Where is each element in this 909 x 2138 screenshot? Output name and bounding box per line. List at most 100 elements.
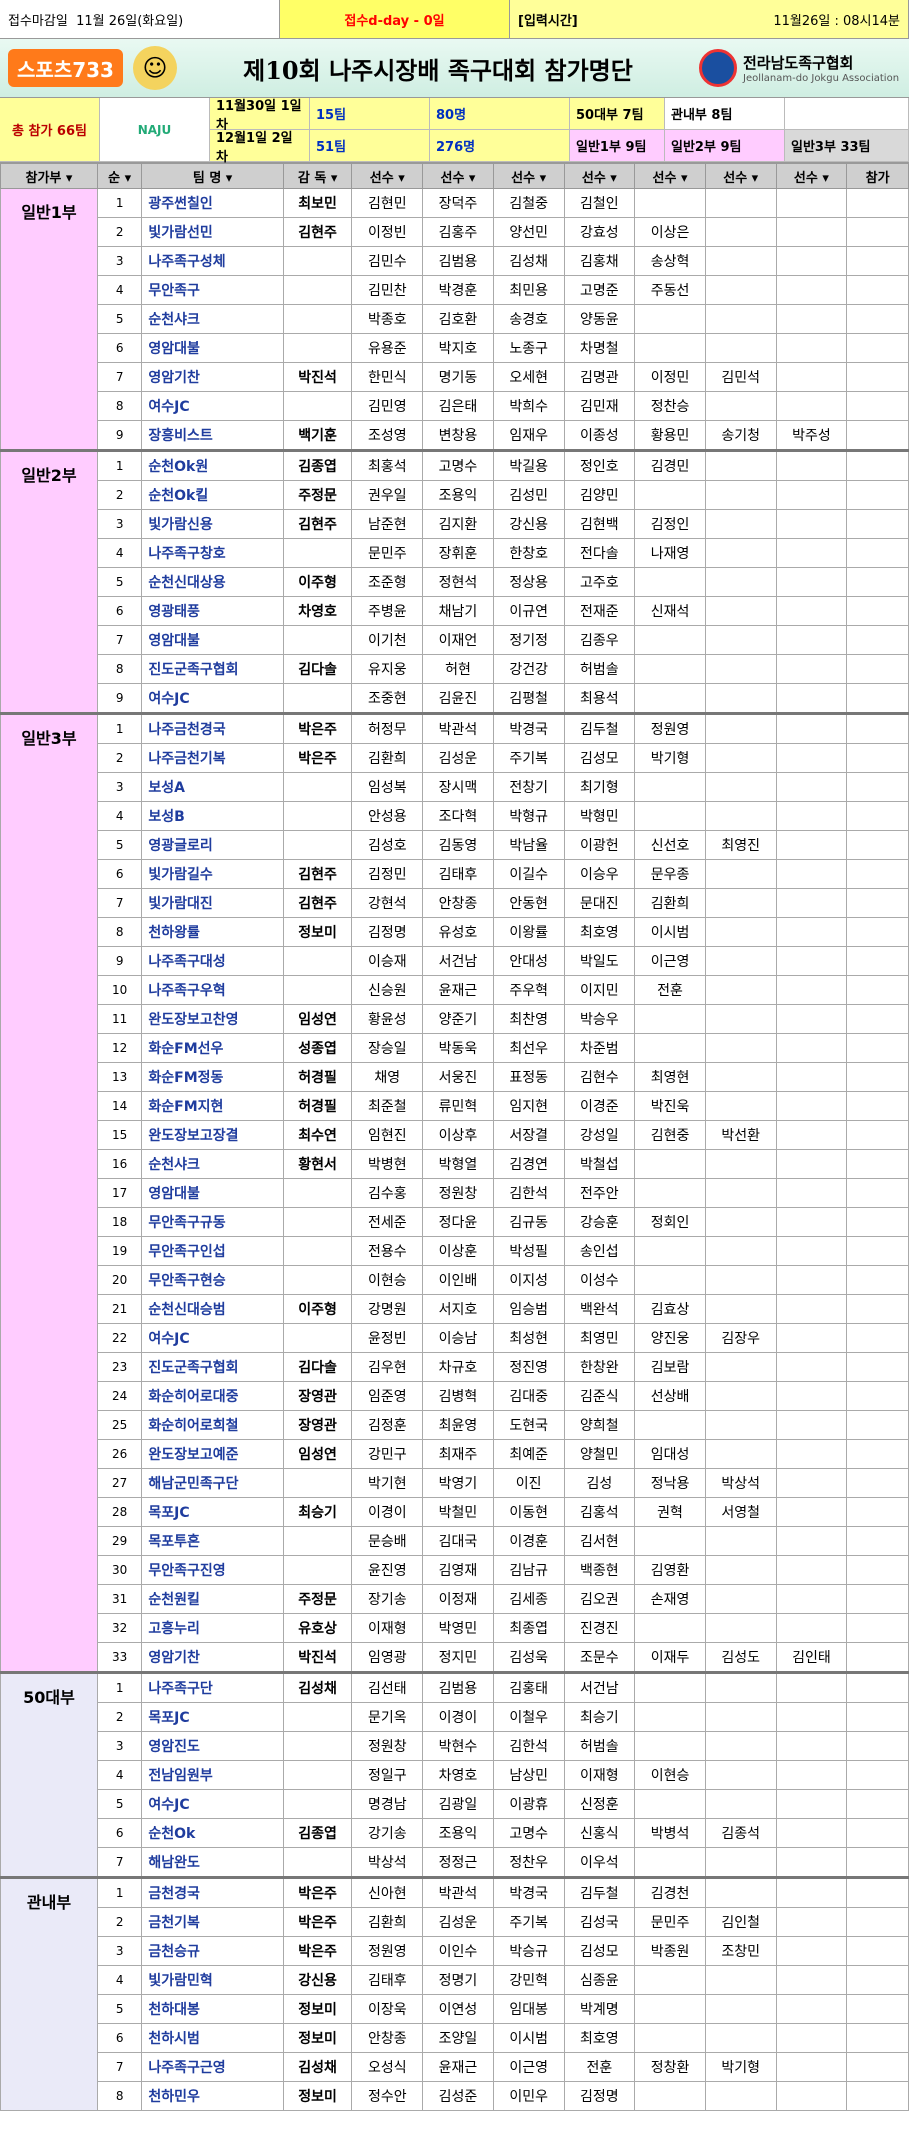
row-number: 25 bbox=[96, 1410, 143, 1440]
player-name: 이장욱 bbox=[351, 1994, 424, 2024]
participation-cell bbox=[846, 304, 909, 334]
player-name: 전용수 bbox=[351, 1236, 424, 1266]
participation-cell bbox=[846, 2023, 909, 2053]
player-name: 박선환 bbox=[704, 1120, 777, 1150]
row-number: 3 bbox=[96, 509, 143, 539]
player-name bbox=[634, 625, 706, 655]
coach-name: 박은주 bbox=[282, 743, 353, 773]
player-name: 전주안 bbox=[563, 1178, 636, 1208]
team-name: 순천Ok원 bbox=[141, 449, 284, 481]
row-number: 12 bbox=[96, 1033, 143, 1063]
column-filter-9[interactable]: 선수 ▾ bbox=[704, 163, 777, 189]
player-name: 김규동 bbox=[492, 1207, 565, 1237]
coach-name: 허경필 bbox=[282, 1091, 353, 1121]
player-name bbox=[704, 391, 777, 421]
sports733-logo[interactable]: 스포츠733 bbox=[8, 49, 123, 87]
player-name: 최재주 bbox=[422, 1439, 494, 1469]
player-name bbox=[704, 1439, 777, 1469]
player-name: 강현석 bbox=[351, 888, 424, 918]
player-name bbox=[775, 449, 848, 481]
association-name: 전라남도족구협회 bbox=[743, 54, 854, 72]
team-name: 화순히어로대중 bbox=[141, 1381, 284, 1411]
player-name: 최용석 bbox=[563, 683, 636, 714]
player-name: 정진영 bbox=[492, 1352, 565, 1382]
coach-name bbox=[282, 1847, 353, 1878]
day2-label: 12월1일 2일차 bbox=[210, 130, 310, 165]
table-row: 5 순천신대상용 이주형 조준형 정현석 정상용 고주호 bbox=[1, 567, 909, 597]
player-name bbox=[634, 772, 706, 802]
division-label: 일반3부 bbox=[0, 712, 98, 1673]
player-name: 서지호 bbox=[422, 1294, 494, 1324]
participation-cell bbox=[846, 538, 909, 568]
table-row: 6 순천Ok 김종엽 강기송 조용익 고명수 신홍식 박병석 김종석 bbox=[1, 1818, 909, 1848]
table-header: 참가부 ▾ 순 ▾ 팀 명 ▾ 감 독 ▾ 선수 ▾ 선수 ▾ 선수 ▾ 선수 ▾ 선수 ▾ 선수… bbox=[0, 163, 909, 189]
player-name: 주병윤 bbox=[351, 596, 424, 626]
row-number: 9 bbox=[96, 946, 143, 976]
player-name bbox=[775, 1033, 848, 1063]
player-name: 고명수 bbox=[492, 1818, 565, 1848]
team-name: 천하시범 bbox=[141, 2023, 284, 2053]
team-name: 나주금천경국 bbox=[141, 712, 284, 744]
row-number: 15 bbox=[96, 1120, 143, 1150]
association-logo[interactable]: 전라남도족구협회 Jeollanam-do Jokgu Association bbox=[699, 49, 909, 87]
coach-name: 박은주 bbox=[282, 1907, 353, 1937]
table-row: 28 목포JC 최승기 이경이 박철민 이동현 김홍석 권혁 서영철 bbox=[1, 1497, 909, 1527]
player-name: 김종석 bbox=[704, 1818, 777, 1848]
column-filter-3[interactable]: 감 독 ▾ bbox=[282, 163, 353, 189]
player-name bbox=[704, 859, 777, 889]
info-bar: 접수마감일 11월 26일(화요일) 접수d-day - 0일 [입력시간] 1… bbox=[0, 0, 909, 39]
player-name bbox=[634, 2081, 706, 2111]
player-name: 표정동 bbox=[492, 1062, 565, 1092]
table-row: 관내부 1 금천경국 박은주 신아현 박관석 박경국 김두철 김경천 bbox=[0, 1876, 909, 2111]
player-name: 김한석 bbox=[492, 1178, 565, 1208]
participation-cell bbox=[846, 1907, 909, 1937]
team-name: 순천샤크 bbox=[141, 1149, 284, 1179]
title-banner: 스포츠733 ☺ 제10회 나주시장배 족구대회 참가명단 전라남도족구협회 J… bbox=[0, 39, 909, 98]
player-name: 주기복 bbox=[492, 743, 565, 773]
column-filter-2[interactable]: 팀 명 ▾ bbox=[141, 163, 284, 189]
player-name: 손재영 bbox=[634, 1584, 706, 1614]
column-filter-4[interactable]: 선수 ▾ bbox=[351, 163, 424, 189]
column-filter-8[interactable]: 선수 ▾ bbox=[634, 163, 706, 189]
coach-name: 김종엽 bbox=[282, 1818, 353, 1848]
team-name: 순천Ok bbox=[141, 1818, 284, 1848]
team-name: 여수JC bbox=[141, 1789, 284, 1819]
player-name bbox=[775, 1236, 848, 1266]
player-name: 박경국 bbox=[492, 1876, 565, 1908]
player-name bbox=[775, 1702, 848, 1732]
column-filter-0[interactable]: 참가부 ▾ bbox=[0, 163, 98, 189]
player-name: 이재형 bbox=[351, 1613, 424, 1643]
row-number: 6 bbox=[96, 596, 143, 626]
player-name: 권우일 bbox=[351, 480, 424, 510]
player-name bbox=[775, 1062, 848, 1092]
column-filter-10[interactable]: 선수 ▾ bbox=[775, 163, 848, 189]
cat-50s: 50대부 7팀 bbox=[570, 98, 665, 130]
coach-name bbox=[282, 275, 353, 305]
player-name bbox=[775, 683, 848, 714]
player-name: 이경준 bbox=[563, 1091, 636, 1121]
player-name: 차명철 bbox=[563, 333, 636, 363]
player-name: 김두철 bbox=[563, 1876, 636, 1908]
player-name: 신선호 bbox=[634, 830, 706, 860]
column-filter-7[interactable]: 선수 ▾ bbox=[563, 163, 636, 189]
player-name: 조용익 bbox=[422, 480, 494, 510]
column-filter-1[interactable]: 순 ▾ bbox=[96, 163, 143, 189]
player-name bbox=[634, 1526, 706, 1556]
player-name: 김성모 bbox=[563, 1936, 636, 1966]
participation-cell bbox=[846, 654, 909, 684]
player-name: 이민우 bbox=[492, 2081, 565, 2111]
player-name: 박관석 bbox=[422, 712, 494, 744]
association-seal-icon bbox=[699, 49, 737, 87]
player-name: 이연성 bbox=[422, 1994, 494, 2024]
player-name bbox=[704, 1004, 777, 1034]
table-row: 4 빛가람민혁 강신용 김태후 정명기 강민혁 심종윤 bbox=[1, 1965, 909, 1995]
column-filter-5[interactable]: 선수 ▾ bbox=[422, 163, 494, 189]
column-filter-11[interactable]: 참가 bbox=[846, 163, 909, 189]
column-filter-6[interactable]: 선수 ▾ bbox=[492, 163, 565, 189]
team-name: 고흥누리 bbox=[141, 1613, 284, 1643]
coach-name: 장영관 bbox=[282, 1381, 353, 1411]
team-name: 광주썬칠인 bbox=[141, 188, 284, 218]
player-name bbox=[634, 1178, 706, 1208]
player-name: 박경훈 bbox=[422, 275, 494, 305]
coach-name bbox=[282, 683, 353, 714]
